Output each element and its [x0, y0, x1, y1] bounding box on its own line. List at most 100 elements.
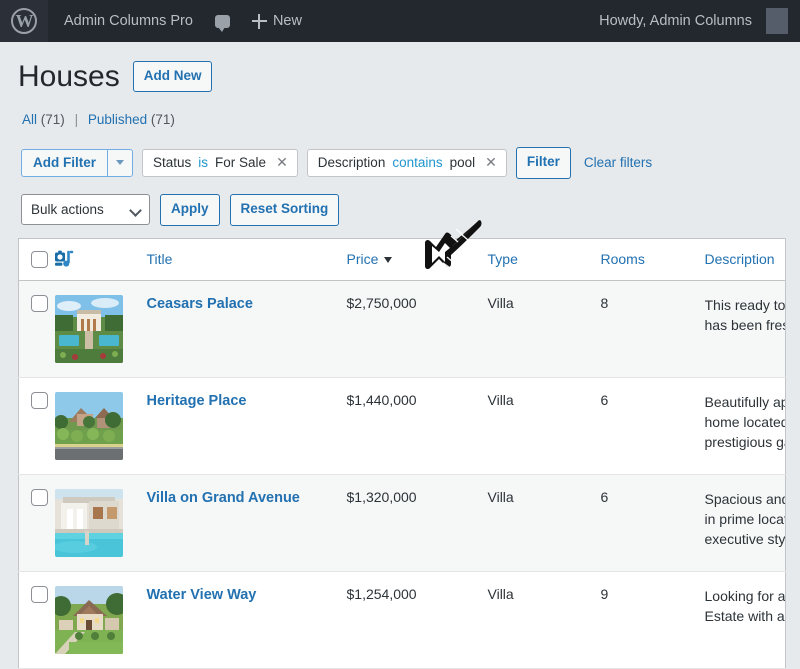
- table-row[interactable]: Villa on Grand Avenue $1,320,000 Villa 6…: [19, 474, 786, 571]
- description-line: in prime locat: [705, 509, 786, 529]
- bulk-actions-select[interactable]: Bulk actions Edit Move to Trash: [21, 194, 150, 225]
- filter-chip-operator: is: [198, 155, 208, 170]
- admin-bar: W Admin Columns Pro New Howdy, Admin Col…: [0, 0, 800, 42]
- reset-sorting-button[interactable]: Reset Sorting: [230, 194, 340, 226]
- adminbar-new-label: New: [273, 13, 302, 29]
- table-row[interactable]: Ceasars Palace $2,750,000 Villa 8 This r…: [19, 280, 786, 377]
- row-type: Villa: [488, 571, 601, 668]
- column-header-admin-columns-icon[interactable]: [55, 238, 147, 280]
- row-checkbox[interactable]: [31, 295, 48, 312]
- filter-chip-field: Status: [153, 155, 191, 170]
- page-content: Houses Add New All (71) | Published (71)…: [0, 42, 800, 669]
- description-line: Estate with a: [705, 606, 786, 626]
- row-title-cell: Heritage Place: [147, 377, 347, 474]
- row-description: Spacious and in prime locat executive st…: [705, 474, 786, 571]
- adminbar-howdy-label: Howdy, Admin Columns: [599, 13, 752, 29]
- row-price: $1,254,000: [347, 571, 488, 668]
- row-rooms: 8: [601, 280, 705, 377]
- row-thumbnail-cell: [55, 377, 147, 474]
- table-row[interactable]: Heritage Place $1,440,000 Villa 6 Beauti…: [19, 377, 786, 474]
- plus-icon: [252, 14, 267, 29]
- villa-garden-pool-thumbnail: [55, 295, 123, 363]
- filter-chip-operator: contains: [392, 155, 442, 170]
- row-rooms: 6: [601, 377, 705, 474]
- filter-chip-status[interactable]: Status is For Sale ✕: [142, 149, 298, 177]
- description-line: has been fres: [705, 315, 786, 335]
- row-rooms: 6: [601, 474, 705, 571]
- row-checkbox-cell: [19, 571, 55, 668]
- row-price: $1,440,000: [347, 377, 488, 474]
- comment-bubble-icon: [215, 15, 230, 28]
- avatar: [766, 8, 788, 34]
- select-all-checkbox[interactable]: [31, 251, 48, 268]
- description-line: Beautifully ap: [705, 392, 786, 412]
- row-title-link[interactable]: Heritage Place: [147, 393, 247, 409]
- add-filter-button[interactable]: Add Filter: [21, 149, 107, 177]
- views-links: All (71) | Published (71): [22, 112, 786, 127]
- filter-button[interactable]: Filter: [516, 147, 571, 179]
- table-body: Ceasars Palace $2,750,000 Villa 8 This r…: [19, 280, 786, 668]
- filter-chip-description[interactable]: Description contains pool ✕: [307, 149, 507, 177]
- column-header-price[interactable]: Price: [347, 238, 488, 280]
- column-header-type[interactable]: Type: [488, 238, 601, 280]
- adminbar-site-name-label: Admin Columns Pro: [64, 13, 193, 29]
- close-icon[interactable]: ✕: [276, 155, 288, 169]
- table-header-row: Title Price Type Rooms Description: [19, 238, 786, 280]
- close-icon[interactable]: ✕: [485, 155, 497, 169]
- page-header: Houses Add New: [18, 42, 786, 93]
- row-checkbox-cell: [19, 377, 55, 474]
- description-line: This ready to: [705, 295, 786, 315]
- row-title-link[interactable]: Ceasars Palace: [147, 296, 253, 312]
- add-filter-dropdown-toggle[interactable]: [107, 149, 133, 177]
- description-line: Looking for a: [705, 586, 786, 606]
- filter-bar: Add Filter Status is For Sale ✕ Descript…: [18, 147, 786, 179]
- row-title-link[interactable]: Villa on Grand Avenue: [147, 490, 300, 506]
- table-row[interactable]: Water View Way $1,254,000 Villa 9 Lookin…: [19, 571, 786, 668]
- view-link-all[interactable]: All: [22, 112, 37, 127]
- description-line: home located: [705, 412, 786, 432]
- view-count-all: (71): [41, 112, 65, 127]
- apply-button[interactable]: Apply: [160, 194, 220, 226]
- table-head: Title Price Type Rooms Description: [19, 238, 786, 280]
- add-new-button[interactable]: Add New: [133, 61, 213, 93]
- table-nav-top: Bulk actions Edit Move to Trash Apply Re…: [18, 194, 786, 226]
- bulk-actions-select-wrapper: Bulk actions Edit Move to Trash: [21, 194, 150, 225]
- admin-columns-logo-icon: [55, 250, 74, 269]
- row-title-link[interactable]: Water View Way: [147, 587, 257, 603]
- adminbar-site-name[interactable]: Admin Columns Pro: [48, 0, 204, 42]
- clear-filters-link[interactable]: Clear filters: [584, 155, 652, 170]
- wordpress-logo-icon: W: [11, 8, 37, 34]
- row-checkbox-cell: [19, 280, 55, 377]
- row-thumbnail-cell: [55, 571, 147, 668]
- modern-villa-pool-thumbnail: [55, 489, 123, 557]
- row-title-cell: Ceasars Palace: [147, 280, 347, 377]
- row-description: Looking for a Estate with a: [705, 571, 786, 668]
- adminbar-account-area[interactable]: Howdy, Admin Columns: [599, 8, 800, 34]
- hillside-home-thumbnail: [55, 392, 123, 460]
- page-title: Houses: [18, 60, 120, 93]
- row-type: Villa: [488, 377, 601, 474]
- adminbar-new-content[interactable]: New: [241, 0, 313, 42]
- row-rooms: 9: [601, 571, 705, 668]
- row-description: This ready to has been fres: [705, 280, 786, 377]
- row-thumbnail-cell: [55, 280, 147, 377]
- views-separator: |: [75, 112, 79, 127]
- add-filter-split-button: Add Filter: [21, 149, 133, 177]
- column-header-description[interactable]: Description: [705, 238, 786, 280]
- row-checkbox[interactable]: [31, 489, 48, 506]
- row-checkbox[interactable]: [31, 392, 48, 409]
- adminbar-comments[interactable]: [204, 0, 241, 42]
- view-link-published[interactable]: Published: [88, 112, 147, 127]
- row-checkbox[interactable]: [31, 586, 48, 603]
- row-type: Villa: [488, 280, 601, 377]
- column-header-rooms[interactable]: Rooms: [601, 238, 705, 280]
- row-price: $1,320,000: [347, 474, 488, 571]
- filter-chip-value: For Sale: [215, 155, 266, 170]
- row-type: Villa: [488, 474, 601, 571]
- column-header-title[interactable]: Title: [147, 238, 347, 280]
- description-line: prestigious ga: [705, 432, 786, 452]
- filter-chip-field: Description: [318, 155, 386, 170]
- column-header-price-label: Price: [347, 251, 379, 267]
- row-title-cell: Villa on Grand Avenue: [147, 474, 347, 571]
- wordpress-logo-button[interactable]: W: [0, 0, 48, 42]
